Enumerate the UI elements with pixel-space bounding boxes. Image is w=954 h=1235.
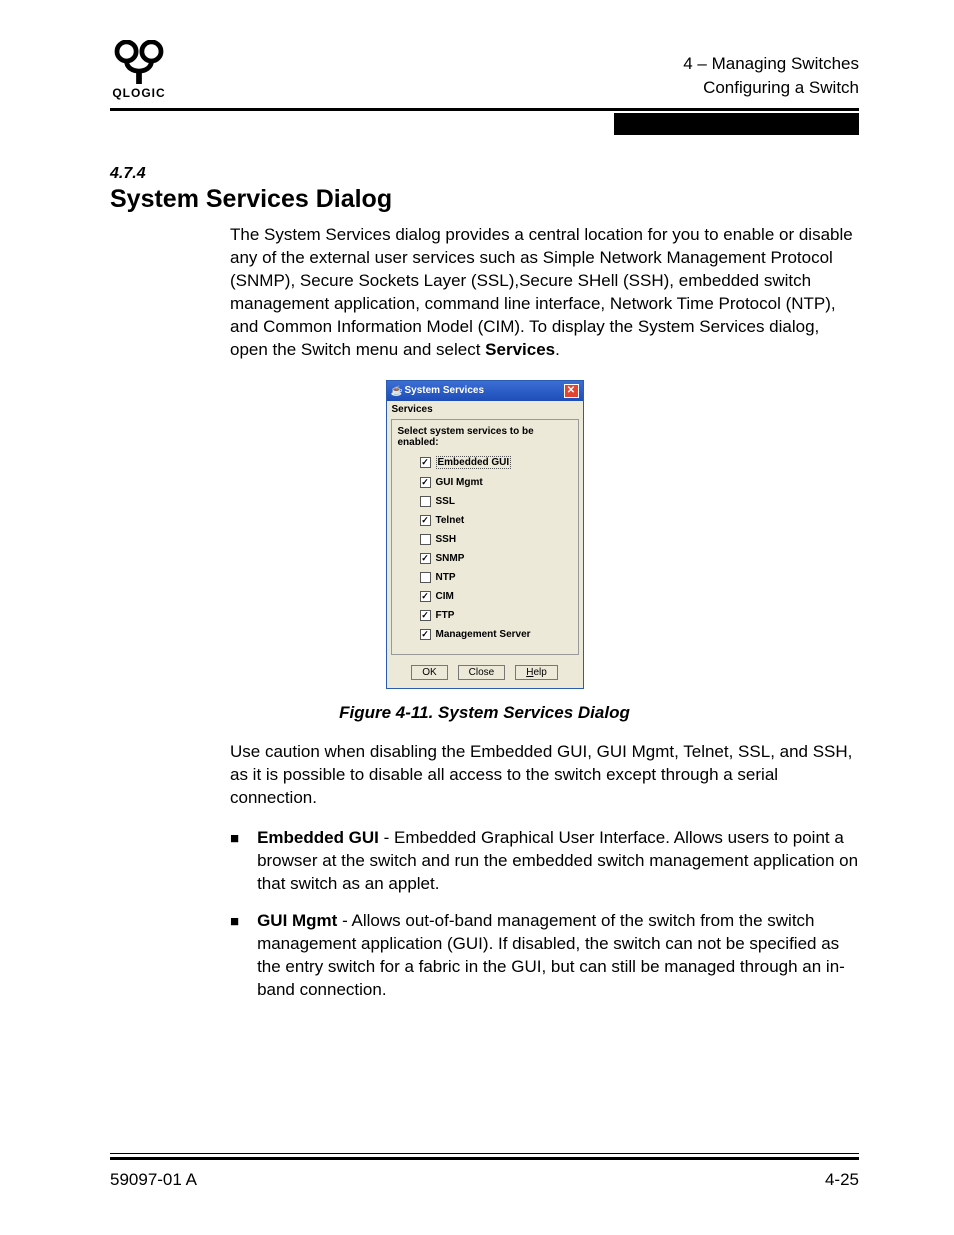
bullet-body: GUI Mgmt - Allows out-of-band management…: [257, 910, 859, 1002]
footer-rule-thin: [110, 1153, 859, 1154]
intro-tail: .: [555, 340, 560, 359]
page-footer: 59097-01 A 4-25: [110, 1153, 859, 1190]
service-checkbox-row: Telnet: [420, 515, 572, 526]
service-checkbox[interactable]: [420, 610, 431, 621]
dialog-titlebar: ☕ System Services ✕: [387, 381, 583, 401]
service-checkbox-label: GUI Mgmt: [436, 477, 483, 488]
header-black-bar: [614, 113, 859, 135]
service-checkbox-row: SNMP: [420, 553, 572, 564]
service-checkbox-row: SSH: [420, 534, 572, 545]
service-checkbox-label: NTP: [436, 572, 456, 583]
service-checkbox-label: Embedded GUI: [436, 456, 512, 469]
bullet-term: GUI Mgmt: [257, 911, 337, 930]
bullet-desc: - Allows out-of-band management of the s…: [257, 911, 845, 999]
section-number: 4.7.4: [110, 165, 859, 183]
service-checkbox-label: FTP: [436, 610, 455, 621]
system-services-dialog: ☕ System Services ✕ Services Select syst…: [386, 380, 584, 689]
close-button[interactable]: Close: [458, 665, 506, 680]
dialog-button-row: OK Close Help: [387, 659, 583, 688]
service-checkbox[interactable]: [420, 515, 431, 526]
section-title: System Services Dialog: [110, 185, 859, 214]
intro-bold: Services: [485, 340, 555, 359]
service-checkbox-label: Telnet: [436, 515, 465, 526]
brand-name: QLOGIC: [112, 86, 165, 100]
service-checkbox[interactable]: [420, 457, 431, 468]
qlogic-logo-icon: [110, 40, 168, 84]
service-checkbox-row: CIM: [420, 591, 572, 602]
service-checkbox-row: FTP: [420, 610, 572, 621]
header-right: 4 – Managing Switches Configuring a Swit…: [683, 52, 859, 100]
dialog-body: Select system services to be enabled: Em…: [391, 419, 579, 655]
dialog-title-text: System Services: [405, 385, 485, 396]
service-checkbox[interactable]: [420, 572, 431, 583]
dialog-app-icon: ☕: [391, 386, 401, 396]
close-icon[interactable]: ✕: [564, 384, 579, 398]
footer-page-number: 4-25: [825, 1170, 859, 1190]
page-header: QLOGIC 4 – Managing Switches Configuring…: [110, 40, 859, 100]
bullet-marker: ■: [230, 912, 239, 1002]
dialog-subtitle: Services: [387, 401, 583, 415]
service-checkbox[interactable]: [420, 477, 431, 488]
intro-paragraph: The System Services dialog provides a ce…: [230, 224, 859, 362]
service-checkbox[interactable]: [420, 591, 431, 602]
ok-button[interactable]: OK: [411, 665, 447, 680]
help-button[interactable]: Help: [515, 665, 558, 680]
bullet-term: Embedded GUI: [257, 828, 379, 847]
service-checkbox[interactable]: [420, 553, 431, 564]
section-line: Configuring a Switch: [683, 76, 859, 100]
list-item: ■GUI Mgmt - Allows out-of-band managemen…: [230, 910, 859, 1002]
brand-logo: QLOGIC: [110, 40, 168, 100]
bullet-body: Embedded GUI - Embedded Graphical User I…: [257, 827, 859, 896]
caution-paragraph: Use caution when disabling the Embedded …: [230, 741, 859, 810]
service-checkbox-label: SSH: [436, 534, 457, 545]
service-checkbox-row: SSL: [420, 496, 572, 507]
service-checkbox-label: CIM: [436, 591, 454, 602]
dialog-prompt: Select system services to be enabled:: [398, 426, 572, 448]
bullet-marker: ■: [230, 829, 239, 896]
service-checkbox[interactable]: [420, 534, 431, 545]
service-checkbox-list: Embedded GUI GUI Mgmt SSL Telnet SSH SNMP NTP C…: [398, 456, 572, 640]
bullet-list: ■ Embedded GUI - Embedded Graphical User …: [230, 827, 859, 1002]
service-checkbox-label: SSL: [436, 496, 455, 507]
intro-text: The System Services dialog provides a ce…: [230, 225, 853, 359]
service-checkbox-row: Embedded GUI: [420, 456, 572, 469]
service-checkbox[interactable]: [420, 629, 431, 640]
service-checkbox-label: SNMP: [436, 553, 465, 564]
header-rule: [110, 108, 859, 111]
chapter-line: 4 – Managing Switches: [683, 52, 859, 76]
footer-doc-id: 59097-01 A: [110, 1170, 197, 1190]
figure-wrap: ☕ System Services ✕ Services Select syst…: [110, 380, 859, 689]
service-checkbox-row: Management Server: [420, 629, 572, 640]
service-checkbox[interactable]: [420, 496, 431, 507]
list-item: ■ Embedded GUI - Embedded Graphical User …: [230, 827, 859, 896]
figure-caption: Figure 4-11. System Services Dialog: [110, 703, 859, 723]
service-checkbox-row: GUI Mgmt: [420, 477, 572, 488]
footer-rule-thick: [110, 1157, 859, 1160]
service-checkbox-label: Management Server: [436, 629, 531, 640]
service-checkbox-row: NTP: [420, 572, 572, 583]
